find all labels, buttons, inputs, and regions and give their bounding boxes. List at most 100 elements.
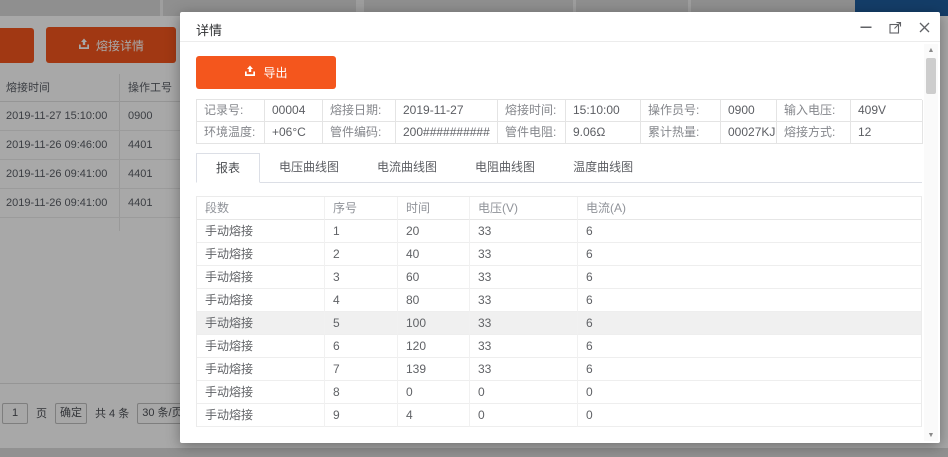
time-cell: 0 bbox=[398, 381, 470, 404]
time-cell: 40 bbox=[398, 243, 470, 266]
segment-cell: 手动熔接 bbox=[197, 358, 325, 381]
segment-cell: 手动熔接 bbox=[197, 289, 325, 312]
info-cell: 0900 bbox=[721, 100, 777, 122]
table-row[interactable]: 手动熔接 5 100 33 6 bbox=[197, 312, 921, 335]
voltage-cell: 33 bbox=[470, 358, 578, 381]
index-cell: 3 bbox=[325, 266, 398, 289]
scrollbar[interactable]: ▲ ▼ bbox=[924, 44, 938, 441]
dialog-title: 详情 bbox=[196, 20, 222, 39]
info-cell: 2019-11-27 bbox=[396, 100, 498, 122]
info-cell: 熔接日期: bbox=[323, 100, 396, 122]
segment-cell: 手动熔接 bbox=[197, 220, 325, 243]
info-cell: 记录号: bbox=[197, 100, 265, 122]
dialog-header: 详情 bbox=[180, 12, 940, 42]
minimize-button[interactable] bbox=[858, 19, 874, 35]
table-row[interactable]: 手动熔接 1 20 33 6 bbox=[197, 220, 921, 243]
scroll-thumb[interactable] bbox=[926, 58, 936, 94]
curve-tabs: 报表电压曲线图电流曲线图电阻曲线图温度曲线图 bbox=[196, 153, 922, 183]
time-cell: 100 bbox=[398, 312, 470, 335]
info-cell: 熔接时间: bbox=[498, 100, 566, 122]
info-cell: 200########## bbox=[396, 122, 498, 144]
scroll-down-arrow[interactable]: ▼ bbox=[924, 429, 938, 441]
close-icon[interactable] bbox=[916, 19, 932, 35]
current-cell: 6 bbox=[578, 266, 921, 289]
voltage-cell: 0 bbox=[470, 404, 578, 427]
time-cell: 139 bbox=[398, 358, 470, 381]
info-cell: +06°C bbox=[265, 122, 323, 144]
current-cell: 0 bbox=[578, 381, 921, 404]
export-label: 导出 bbox=[263, 64, 287, 81]
info-cell: 9.06Ω bbox=[566, 122, 641, 144]
segment-cell: 手动熔接 bbox=[197, 335, 325, 358]
table-row[interactable]: 手动熔接 6 120 33 6 bbox=[197, 335, 921, 358]
segment-table-header: 段数序号时间电压(V)电流(A) bbox=[197, 197, 921, 220]
voltage-cell: 33 bbox=[470, 220, 578, 243]
info-cell: 管件电阻: bbox=[498, 122, 566, 144]
maximize-button[interactable] bbox=[887, 19, 903, 35]
voltage-cell: 0 bbox=[470, 381, 578, 404]
column-header: 段数 bbox=[197, 197, 325, 220]
tab[interactable]: 电阻曲线图 bbox=[456, 153, 554, 183]
voltage-cell: 33 bbox=[470, 289, 578, 312]
current-cell: 6 bbox=[578, 220, 921, 243]
current-cell: 6 bbox=[578, 243, 921, 266]
info-cell: 12 bbox=[851, 122, 923, 144]
window-controls bbox=[858, 19, 932, 35]
time-cell: 60 bbox=[398, 266, 470, 289]
current-cell: 6 bbox=[578, 289, 921, 312]
scroll-up-arrow[interactable]: ▲ bbox=[924, 44, 938, 56]
column-header: 电流(A) bbox=[578, 197, 921, 220]
voltage-cell: 33 bbox=[470, 243, 578, 266]
segment-cell: 手动熔接 bbox=[197, 404, 325, 427]
time-cell: 80 bbox=[398, 289, 470, 312]
info-cell: 操作员号: bbox=[641, 100, 721, 122]
info-cell: 累计热量: bbox=[641, 122, 721, 144]
column-header: 序号 bbox=[325, 197, 398, 220]
table-row[interactable]: 手动熔接 2 40 33 6 bbox=[197, 243, 921, 266]
index-cell: 4 bbox=[325, 289, 398, 312]
info-cell: 环境温度: bbox=[197, 122, 265, 144]
index-cell: 7 bbox=[325, 358, 398, 381]
info-cell: 熔接方式: bbox=[777, 122, 851, 144]
index-cell: 2 bbox=[325, 243, 398, 266]
index-cell: 8 bbox=[325, 381, 398, 404]
column-header: 电压(V) bbox=[470, 197, 578, 220]
index-cell: 5 bbox=[325, 312, 398, 335]
time-cell: 20 bbox=[398, 220, 470, 243]
index-cell: 9 bbox=[325, 404, 398, 427]
voltage-cell: 33 bbox=[470, 312, 578, 335]
detail-dialog: 详情 导出 bbox=[180, 12, 940, 443]
info-cell: 输入电压: bbox=[777, 100, 851, 122]
voltage-cell: 33 bbox=[470, 335, 578, 358]
table-row[interactable]: 手动熔接 8 0 0 0 bbox=[197, 381, 921, 404]
time-cell: 120 bbox=[398, 335, 470, 358]
index-cell: 6 bbox=[325, 335, 398, 358]
current-cell: 6 bbox=[578, 335, 921, 358]
segment-table: 段数序号时间电压(V)电流(A) 手动熔接 1 20 33 6 手动熔接 2 4… bbox=[196, 196, 922, 427]
table-row[interactable]: 手动熔接 9 4 0 0 bbox=[197, 404, 921, 427]
voltage-cell: 33 bbox=[470, 266, 578, 289]
info-cell: 管件编码: bbox=[323, 122, 396, 144]
segment-cell: 手动熔接 bbox=[197, 243, 325, 266]
screen: 熔接详情 熔接时间 操作工号 2019-11-27 15:10:00 0900 … bbox=[0, 0, 948, 457]
tab[interactable]: 报表 bbox=[196, 153, 260, 183]
index-cell: 1 bbox=[325, 220, 398, 243]
tab[interactable]: 电压曲线图 bbox=[260, 153, 358, 183]
tab[interactable]: 电流曲线图 bbox=[358, 153, 456, 183]
current-cell: 6 bbox=[578, 358, 921, 381]
segment-cell: 手动熔接 bbox=[197, 266, 325, 289]
segment-table-body: 手动熔接 1 20 33 6 手动熔接 2 40 33 6 手动熔接 3 bbox=[197, 220, 921, 427]
info-cell: 00027KJ bbox=[721, 122, 777, 144]
record-info-grid: 记录号:00004熔接日期:2019-11-27熔接时间:15:10:00操作员… bbox=[196, 99, 922, 144]
export-button[interactable]: 导出 bbox=[196, 56, 336, 89]
table-row[interactable]: 手动熔接 7 139 33 6 bbox=[197, 358, 921, 381]
dialog-body: 导出 记录号:00004熔接日期:2019-11-27熔接时间:15:10:00… bbox=[196, 42, 922, 427]
info-cell: 00004 bbox=[265, 100, 323, 122]
tab[interactable]: 温度曲线图 bbox=[554, 153, 652, 183]
info-cell: 409V bbox=[851, 100, 923, 122]
current-cell: 6 bbox=[578, 312, 921, 335]
info-cell: 15:10:00 bbox=[566, 100, 641, 122]
table-row[interactable]: 手动熔接 4 80 33 6 bbox=[197, 289, 921, 312]
table-row[interactable]: 手动熔接 3 60 33 6 bbox=[197, 266, 921, 289]
segment-cell: 手动熔接 bbox=[197, 381, 325, 404]
